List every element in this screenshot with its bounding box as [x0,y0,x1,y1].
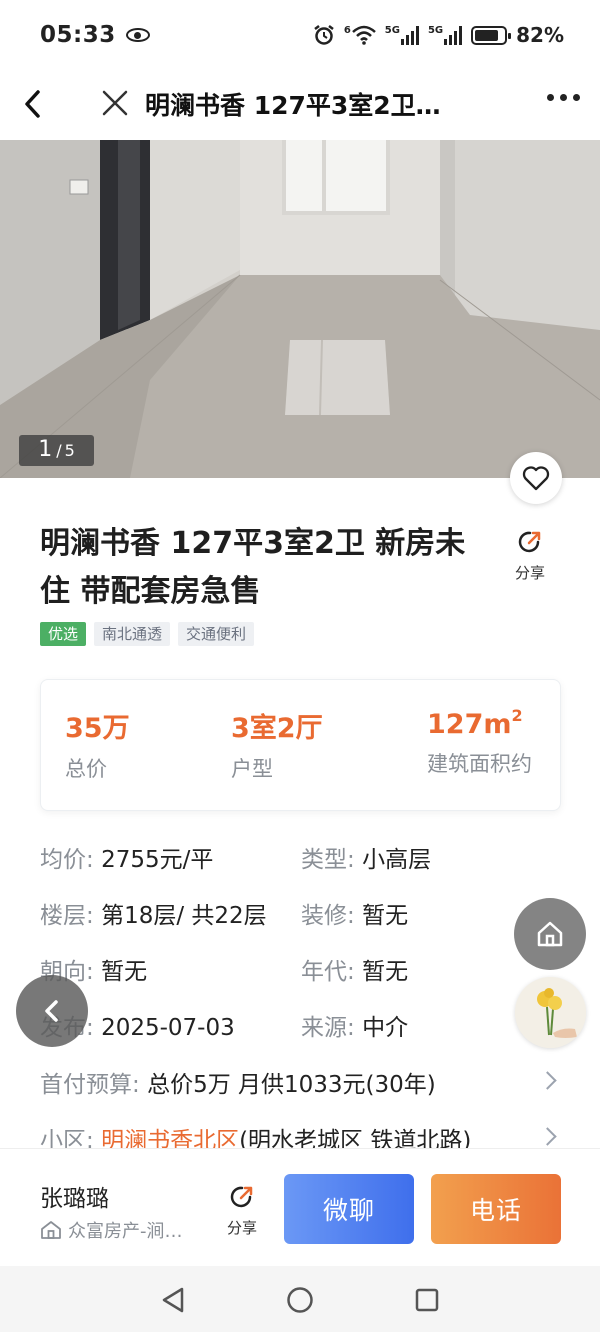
favorite-button[interactable] [510,452,562,504]
layout-value: 3室2厅 [231,713,323,744]
network-label-2: 5G [427,25,444,36]
listing-title: 明澜书香 127平3室2卫 新房未住 带配套房急售 [40,526,466,609]
detail-era: 年代: 暂无 [301,952,408,986]
detail-value: 总价5万 月供1033元(30年) [147,1072,436,1098]
wifi-indicator: 6 [344,25,376,45]
agent-company[interactable]: 众富房产-涧… [40,1217,210,1243]
detail-key: 首付预算: [40,1072,140,1098]
total-price-value: 35万 [65,713,130,744]
detail-key: 年代: [301,959,355,985]
bottom-share-label: 分享 [226,1219,257,1237]
tag-featured: 优选 [40,622,87,646]
area-label: 建筑面积约 [427,752,532,776]
detail-value: 中介 [362,1015,409,1041]
eye-icon [125,28,150,42]
heart-icon [522,466,550,491]
more-icon[interactable] [547,94,580,101]
bottom-share-button[interactable]: 分享 [220,1183,264,1238]
detail-value: 2755元/平 [101,847,214,873]
cell-signal-2: 5G [427,25,463,45]
network-label-1: 5G [384,25,400,36]
alarm-icon [314,25,334,45]
photo-counter-separator: / [56,441,62,460]
home-float-button[interactable] [514,898,586,970]
listing-photo[interactable] [0,140,600,478]
summary-layout: 3室2厅 户型 [231,706,323,783]
chevron-right-icon[interactable] [538,1127,557,1146]
cell-signal-1: 5G [385,25,419,45]
detail-key: 均价: [40,847,94,873]
total-price-label: 总价 [65,757,107,781]
chevron-left-icon [45,1000,58,1022]
detail-key: 类型: [301,847,355,873]
bottom-action-bar: 张璐璐 众富房产-涧… 分享 微聊 电话 [0,1148,600,1266]
detail-key: 装修: [301,903,355,929]
nav-recents-square-icon[interactable] [414,1286,440,1314]
floating-flower-avatar[interactable] [515,977,586,1048]
tag-list: 优选 南北通透 交通便利 [40,622,255,646]
detail-floor: 楼层: 第18层/ 共22层 [40,896,267,930]
detail-value: 2025-07-03 [101,1015,235,1041]
signal-bars-icon [444,25,463,45]
area-number: 127m [427,709,512,740]
layout-label: 户型 [231,757,273,781]
system-navigation-bar [0,1266,600,1332]
previous-float-button[interactable] [16,975,88,1047]
detail-value: 第18层/ 共22层 [101,903,267,929]
agent-company-name: 众富房产-涧… [68,1221,183,1242]
detail-source: 来源: 中介 [301,1008,408,1042]
flower-image [515,977,586,1048]
photo-counter-total: 5 [64,441,75,460]
nav-home-circle-icon[interactable] [286,1286,314,1314]
summary-area: 127m2 建筑面积约 [427,706,532,778]
detail-value: 暂无 [362,903,409,929]
detail-unit-price: 均价: 2755元/平 [40,840,213,874]
detail-value: 暂无 [101,959,148,985]
summary-card: 35万 总价 3室2厅 户型 127m2 建筑面积约 [40,679,561,811]
detail-value: 小高层 [362,847,432,873]
detail-key: 楼层: [40,903,94,929]
detail-type: 类型: 小高层 [301,840,431,874]
store-icon [41,1221,61,1239]
battery-icon [471,25,512,45]
summary-price: 35万 总价 [65,706,130,783]
status-indicators: 6 5G 5G 82% [313,23,564,47]
detail-down-payment[interactable]: 首付预算: 总价5万 月供1033元(30年) [40,1065,560,1098]
share-icon [518,531,541,553]
share-label: 分享 [514,564,545,582]
tag-transport: 交通便利 [178,622,255,646]
detail-key: 来源: [301,1015,355,1041]
wifi-label: 6 [343,25,351,36]
share-icon [230,1186,253,1208]
battery-percent: 82% [516,23,564,47]
top-nav-bar: 明澜书香 127平3室2卫… [0,70,600,140]
photo-counter: 1 / 5 [19,435,94,466]
page-title: 明澜书香 127平3室2卫… [145,91,441,120]
status-time: 05:33 [40,22,116,48]
back-arrow-icon[interactable] [16,84,56,124]
area-unit-superscript: 2 [511,706,523,725]
agent-name[interactable]: 张璐璐 [40,1179,109,1213]
chat-button[interactable]: 微聊 [284,1174,414,1244]
status-bar: 05:33 6 5G 5G 82% [0,0,600,70]
room-photo-image [0,140,600,478]
tag-orientation: 南北通透 [94,622,171,646]
share-button[interactable]: 分享 [506,528,554,583]
home-icon [537,921,563,947]
nav-back-triangle-icon[interactable] [160,1286,186,1314]
detail-decoration: 装修: 暂无 [301,896,408,930]
wifi-icon [351,25,376,45]
call-button[interactable]: 电话 [431,1174,561,1244]
photo-counter-current: 1 [38,437,53,462]
signal-bars-icon [400,25,419,45]
close-icon[interactable] [96,84,136,124]
detail-value: 暂无 [362,959,409,985]
area-value: 127m2 [427,706,532,740]
